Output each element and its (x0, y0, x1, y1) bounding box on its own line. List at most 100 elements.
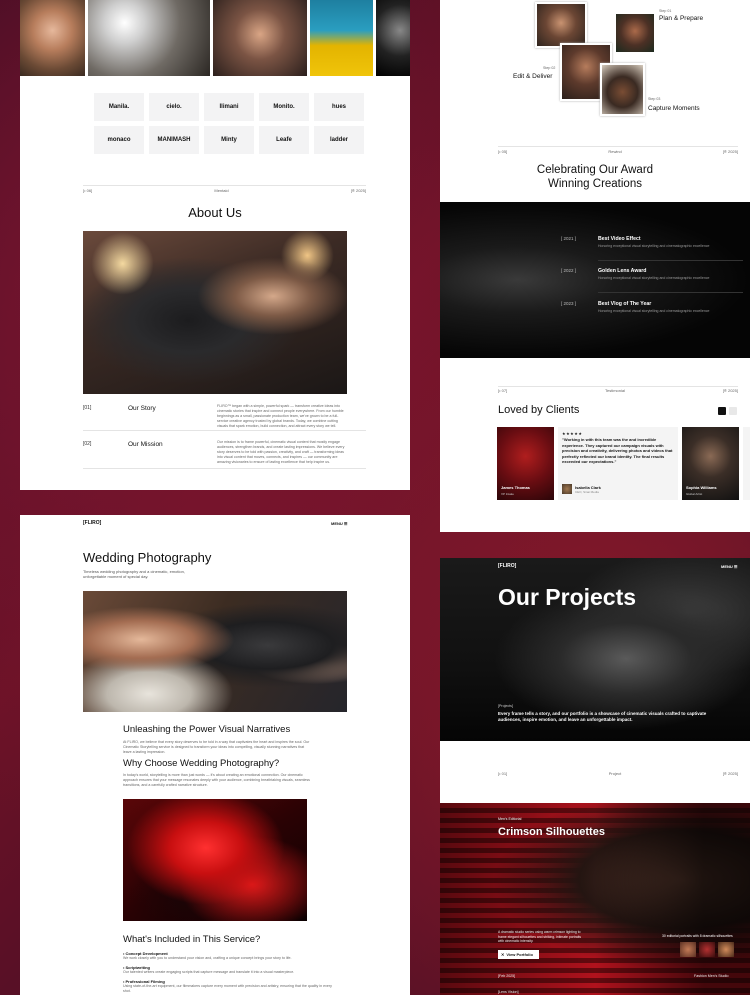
client-logo: cielo. (149, 93, 199, 121)
awards-heading: Celebrating Our Award Winning Creations (440, 163, 750, 191)
collage-photo-1 (535, 2, 587, 48)
brand-logo[interactable]: [FLIRO] (83, 520, 101, 526)
row-title: Our Story (128, 405, 156, 412)
project-description: A dramatic studio series using warm crim… (498, 930, 582, 943)
view-portfolio-label: View Portfolio (506, 952, 533, 957)
awards-heading-line-1: Celebrating Our Award (536, 164, 654, 176)
gallery-photo-dark[interactable] (376, 0, 410, 76)
client-logo: Ilimani (204, 93, 254, 121)
client-role: VP Intake (501, 492, 514, 496)
service-item-text: Our talented writers create engaging scr… (123, 970, 295, 974)
about-page-panel: Manila. cielo. Ilimani Monito. hues mona… (20, 0, 410, 490)
client-card[interactable]: James Thomas VP Intake (497, 427, 554, 500)
project-title: Crimson Silhouettes (498, 826, 605, 838)
menu-button[interactable]: MENU ☰ (721, 564, 737, 569)
carousel-next-button[interactable] (729, 407, 737, 415)
divider (498, 386, 738, 387)
award-desc: Honoring exceptional visual storytelling… (598, 276, 710, 280)
step-label: Capture Moments (648, 105, 700, 112)
gallery-photo-camera-man[interactable] (213, 0, 307, 76)
divider (598, 260, 743, 261)
award-item: [ 2022 ] Golden Lens Award Honoring exce… (561, 268, 743, 281)
collage-photo-4 (600, 63, 645, 116)
thumbnail-3[interactable] (718, 942, 734, 957)
collage-photo-2 (616, 14, 654, 52)
section-name: Mentaid (214, 188, 229, 193)
divider (598, 292, 743, 293)
section-tag: [Projects] (498, 704, 513, 708)
step-label: Plan & Prepare (659, 15, 704, 22)
projects-page-panel: [FLIRO] MENU ☰ Our Projects [Projects] E… (440, 558, 750, 995)
page-title: Our Projects (498, 584, 637, 610)
page-subtitle: Timeless wedding photography and a cinem… (83, 569, 185, 579)
editorial-caption: 30 editorial portraits with 8 dramatic s… (662, 934, 733, 938)
award-title: Best Vlog of The Year (598, 301, 652, 307)
award-year: [ 2023 ] (561, 301, 577, 306)
award-desc: Honoring exceptional visual storytelling… (598, 309, 710, 313)
award-title: Best Video Effect (598, 236, 641, 242)
awards-section: [ 2021 ] Best Video Effect Honoring exce… (440, 202, 750, 358)
client-logo-grid: Manila. cielo. Ilimani Monito. hues mona… (94, 93, 366, 154)
author-role: CEO, Sinai Media (575, 490, 599, 494)
copyright: [® 2025] (722, 771, 738, 776)
next-project-tag: [Lens Vision] (498, 990, 519, 994)
client-logo: MANIMASH (149, 126, 199, 154)
client-logo: Manila. (94, 93, 144, 121)
divider (83, 185, 366, 186)
service-item-text: We work closely with you to understand y… (123, 956, 292, 960)
project-category: Fashion Men's Studio (694, 974, 729, 978)
section-meta: [• 05] Rewind [® 2025] (498, 149, 738, 154)
projects-intro: Every frame tells a story, and our portf… (498, 711, 707, 722)
section-number: [• 01] (498, 771, 508, 776)
client-logo: Monito. (259, 93, 309, 121)
view-portfolio-button[interactable]: ✕ View Portfolio (498, 950, 539, 959)
section-meta: [• 01] Project [® 2025] (498, 771, 738, 776)
award-year: [ 2021 ] (561, 236, 577, 241)
gallery-photo-portrait[interactable] (20, 0, 85, 76)
section-heading: What's Included in This Service? (123, 934, 261, 945)
client-role: Global Artist (686, 492, 703, 496)
award-item: [ 2021 ] Best Video Effect Honoring exce… (561, 236, 743, 249)
red-studio-photo (123, 799, 307, 921)
service-page-panel: [FLIRO] MENU ☰ Wedding Photography Timel… (20, 515, 410, 995)
section-number: [• 07] (498, 388, 508, 393)
client-card-partial[interactable] (743, 427, 750, 500)
thumbnail-1[interactable] (680, 942, 696, 957)
carousel-prev-button[interactable] (718, 407, 726, 415)
row-title: Our Mission (128, 441, 163, 448)
brand-logo[interactable]: [FLIRO] (498, 563, 516, 569)
gallery-photo-studio[interactable] (88, 0, 210, 76)
about-camera-photo (83, 231, 347, 394)
client-card[interactable]: Sophia Williams Global Artist (682, 427, 739, 500)
wedding-hero-photo (83, 591, 347, 712)
menu-button[interactable]: MENU ☰ (331, 521, 347, 526)
award-year: [ 2022 ] (561, 268, 577, 273)
row-text: FLIRO™ began with a simple, powerful spa… (217, 404, 344, 428)
section-name: Project (608, 771, 622, 776)
gallery-strip (20, 0, 410, 76)
section-text: In today's world, storytelling is more t… (123, 773, 310, 787)
divider (83, 468, 366, 469)
rating-stars: ★★★★★ (562, 431, 583, 436)
row-number: [02] (83, 441, 92, 447)
testimonial-card: ★★★★★ "Working in with this team was the… (558, 427, 678, 500)
process-awards-panel: Step 01 Plan & Prepare Step 02 Edit & De… (440, 0, 750, 532)
testimonial-quote: "Working in with this team was the and i… (562, 437, 673, 464)
gallery-photo-yellow-jacket[interactable] (310, 0, 373, 76)
divider (83, 430, 366, 431)
project-date: [Feb 2025] (498, 974, 516, 978)
testimonials-heading: Loved by Clients (498, 404, 580, 416)
section-number: [• 05] (498, 149, 508, 154)
row-number: [01] (83, 405, 92, 411)
section-name: Testimonial (604, 388, 625, 393)
step-number: Step 02 (543, 66, 556, 70)
section-heading: Unleashing the Power Visual Narratives (123, 724, 291, 735)
client-name: Sophia Williams (686, 485, 717, 490)
copyright: [® 2025] (722, 149, 738, 154)
step-label: Edit & Deliver (513, 73, 553, 80)
copyright: [® 2025] (722, 388, 738, 393)
section-meta: [• 07] Testimonial [® 2025] (498, 388, 738, 393)
page-title: About Us (188, 205, 242, 220)
thumbnail-2[interactable] (699, 942, 715, 957)
award-desc: Honoring exceptional visual storytelling… (598, 244, 710, 248)
